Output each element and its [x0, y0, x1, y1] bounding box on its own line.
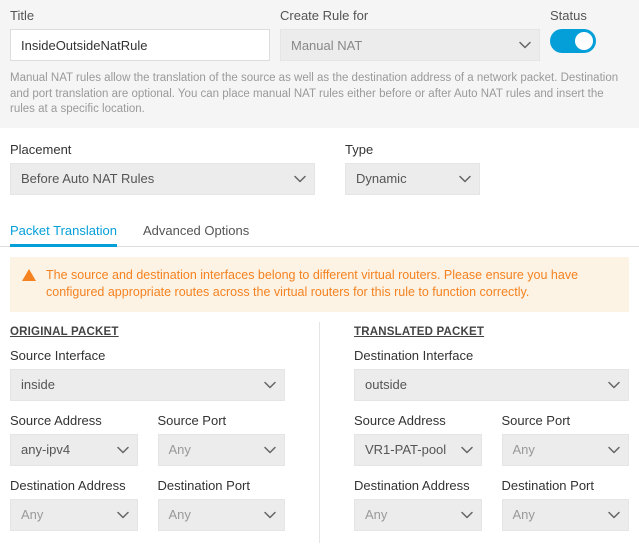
- tab-advanced-options[interactable]: Advanced Options: [143, 213, 249, 246]
- orig-dest-address-value: Any: [21, 507, 43, 522]
- chevron-down-icon: [117, 509, 129, 521]
- trans-source-address-label: Source Address: [354, 413, 482, 428]
- warning-banner: The source and destination interfaces be…: [10, 257, 629, 312]
- dest-interface-value: outside: [365, 377, 407, 392]
- translated-packet-column: TRANSLATED PACKET Destination Interface …: [354, 322, 629, 543]
- trans-dest-address-label: Destination Address: [354, 478, 482, 493]
- trans-source-port-value: Any: [513, 442, 535, 457]
- chevron-down-icon: [264, 379, 276, 391]
- orig-source-port-select[interactable]: Any: [158, 434, 286, 466]
- type-value: Dynamic: [356, 171, 407, 186]
- type-label: Type: [345, 142, 480, 157]
- trans-dest-address-value: Any: [365, 507, 387, 522]
- trans-dest-port-value: Any: [513, 507, 535, 522]
- chevron-down-icon: [264, 444, 276, 456]
- orig-source-address-select[interactable]: any-ipv4: [10, 434, 138, 466]
- chevron-down-icon: [264, 509, 276, 521]
- warning-text: The source and destination interfaces be…: [46, 267, 617, 302]
- status-toggle[interactable]: [550, 29, 596, 53]
- rule-for-select: Manual NAT: [280, 29, 540, 61]
- title-label: Title: [10, 8, 270, 23]
- orig-dest-address-select[interactable]: Any: [10, 499, 138, 531]
- rule-for-label: Create Rule for: [280, 8, 540, 23]
- top-panel: Title Create Rule for Manual NAT Status …: [0, 0, 639, 128]
- trans-source-address-value: VR1-PAT-pool: [365, 442, 446, 457]
- tab-packet-translation[interactable]: Packet Translation: [10, 213, 117, 246]
- placement-value: Before Auto NAT Rules: [21, 171, 154, 186]
- chevron-down-icon: [294, 173, 306, 185]
- chevron-down-icon: [608, 444, 620, 456]
- tabs: Packet Translation Advanced Options: [0, 213, 639, 247]
- orig-dest-port-select[interactable]: Any: [158, 499, 286, 531]
- orig-source-port-value: Any: [169, 442, 191, 457]
- orig-source-address-label: Source Address: [10, 413, 138, 428]
- source-interface-label: Source Interface: [10, 348, 285, 363]
- original-packet-column: ORIGINAL PACKET Source Interface inside …: [10, 322, 285, 543]
- help-text: Manual NAT rules allow the translation o…: [10, 71, 629, 118]
- toggle-knob: [575, 32, 593, 50]
- placement-select[interactable]: Before Auto NAT Rules: [10, 163, 315, 195]
- orig-dest-address-label: Destination Address: [10, 478, 138, 493]
- chevron-down-icon: [608, 509, 620, 521]
- orig-source-port-label: Source Port: [158, 413, 286, 428]
- orig-dest-port-label: Destination Port: [158, 478, 286, 493]
- warning-icon: [22, 269, 36, 281]
- dest-interface-label: Destination Interface: [354, 348, 629, 363]
- chevron-down-icon: [459, 173, 471, 185]
- trans-dest-address-select[interactable]: Any: [354, 499, 482, 531]
- placement-label: Placement: [10, 142, 315, 157]
- orig-source-address-value: any-ipv4: [21, 442, 70, 457]
- trans-source-port-label: Source Port: [502, 413, 630, 428]
- rule-for-value: Manual NAT: [291, 38, 362, 53]
- source-interface-value: inside: [21, 377, 55, 392]
- chevron-down-icon: [461, 444, 473, 456]
- source-interface-select[interactable]: inside: [10, 369, 285, 401]
- trans-source-address-select[interactable]: VR1-PAT-pool: [354, 434, 482, 466]
- column-divider: [319, 322, 320, 543]
- chevron-down-icon: [117, 444, 129, 456]
- orig-dest-port-value: Any: [169, 507, 191, 522]
- chevron-down-icon: [461, 509, 473, 521]
- trans-dest-port-label: Destination Port: [502, 478, 630, 493]
- translated-packet-heading: TRANSLATED PACKET: [354, 326, 629, 338]
- chevron-down-icon: [519, 39, 531, 51]
- type-select[interactable]: Dynamic: [345, 163, 480, 195]
- status-label: Status: [550, 8, 587, 23]
- original-packet-heading: ORIGINAL PACKET: [10, 326, 285, 338]
- trans-dest-port-select[interactable]: Any: [502, 499, 630, 531]
- dest-interface-select[interactable]: outside: [354, 369, 629, 401]
- trans-source-port-select[interactable]: Any: [502, 434, 630, 466]
- chevron-down-icon: [608, 379, 620, 391]
- title-input[interactable]: [10, 29, 270, 61]
